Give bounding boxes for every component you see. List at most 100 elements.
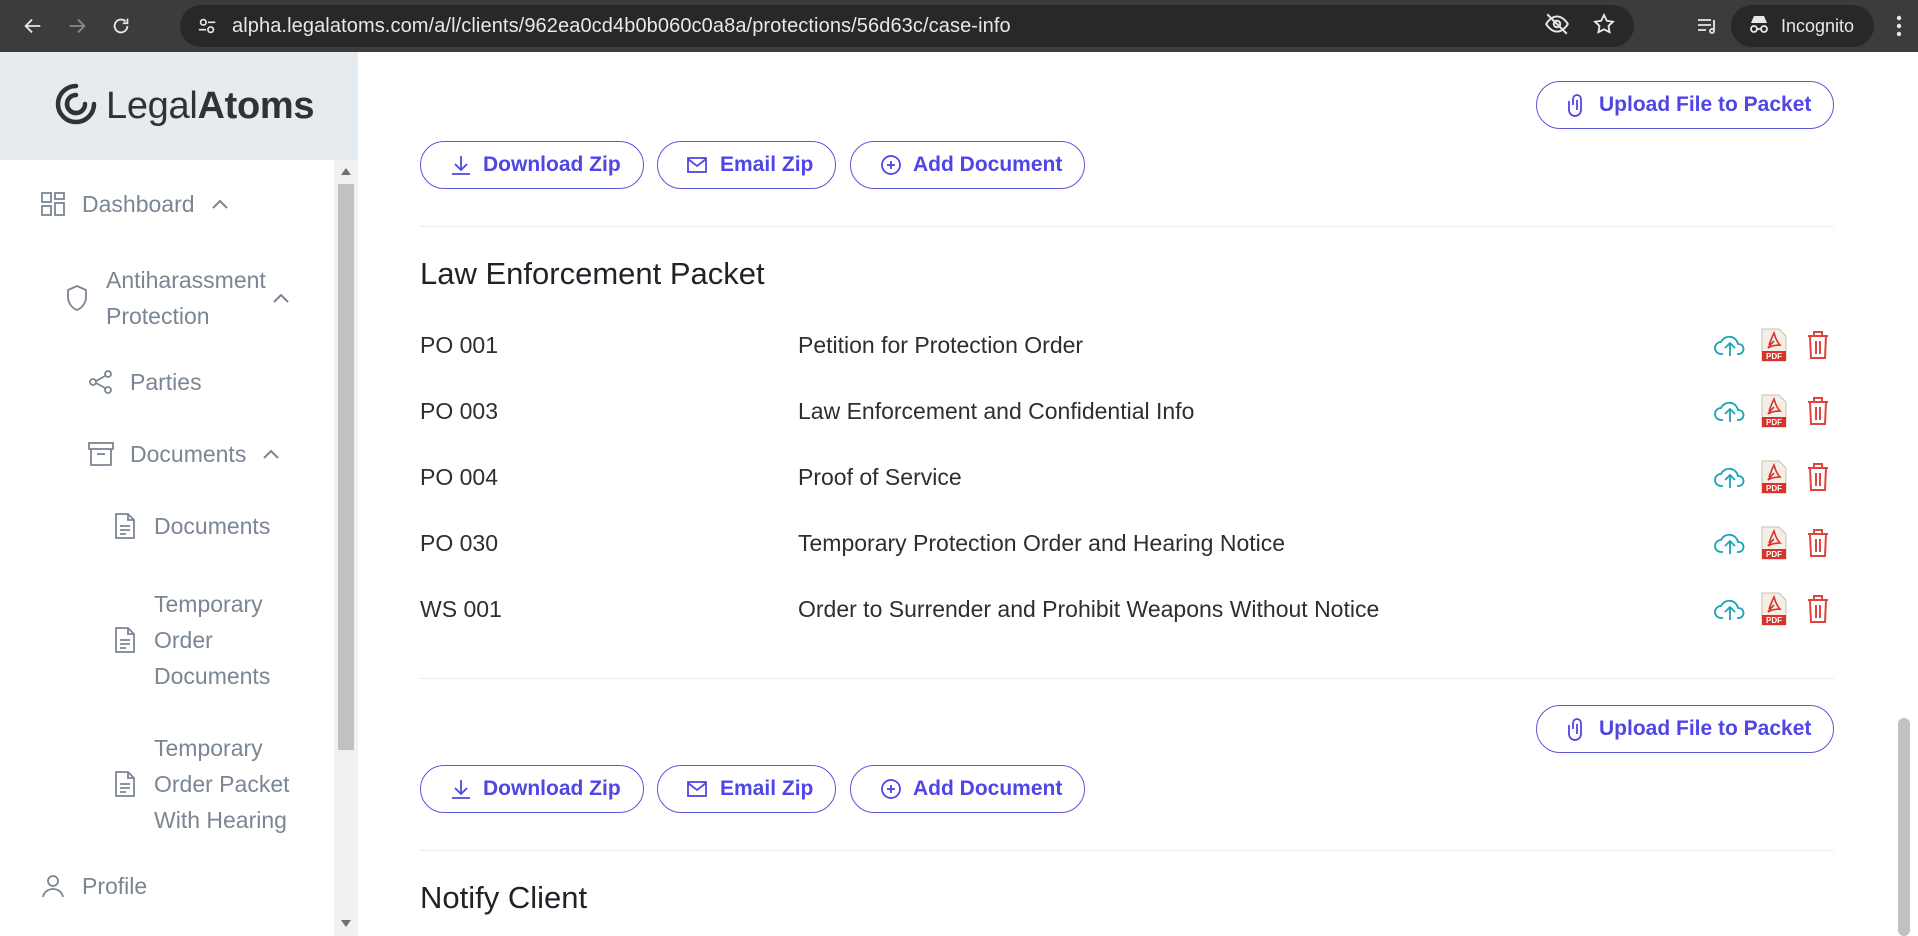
url-text: alpha.legalatoms.com/a/l/clients/962ea0c… (232, 14, 1011, 37)
user-icon (38, 868, 68, 904)
site-settings-icon[interactable] (186, 5, 228, 47)
eye-off-icon[interactable] (1544, 11, 1570, 42)
plus-circle-icon (881, 779, 901, 799)
sidebar-item-profile[interactable]: Profile (38, 868, 147, 904)
sidebar-item-label: Profile (82, 873, 148, 899)
sidebar-item-temporary-order-packet-with-hearing[interactable]: Temporary Order Packet With Hearing (110, 730, 304, 838)
add-document-button[interactable]: Add Document (850, 765, 1086, 813)
paperclip-icon (1568, 718, 1582, 741)
sidebar-item-label: Temporary Order Documents (154, 591, 271, 689)
document-title[interactable]: Order to Surrender and Prohibit Weapons … (798, 589, 1379, 629)
paperclip-icon (1568, 94, 1582, 117)
trash-icon[interactable] (1802, 525, 1834, 561)
trash-icon[interactable] (1802, 459, 1834, 495)
browser-menu-icon[interactable] (1880, 5, 1918, 47)
page-scrollbar[interactable] (1890, 52, 1918, 936)
svg-text:PDF: PDF (1766, 418, 1782, 427)
sidebar-item-antiharassment-protection[interactable]: Antiharassment Protection (62, 262, 290, 334)
reload-icon (113, 18, 129, 34)
plus-circle-icon (881, 155, 901, 175)
pdf-icon[interactable]: PDF (1758, 525, 1790, 561)
document-code: PO 003 (420, 398, 498, 424)
cloud-upload-icon[interactable] (1714, 591, 1746, 627)
sidebar-scrollbar-thumb[interactable] (338, 184, 354, 750)
pdf-icon[interactable]: PDF (1758, 459, 1790, 495)
chevron-up-icon[interactable] (272, 280, 290, 316)
archive-icon (86, 436, 116, 472)
media-icon[interactable] (1695, 14, 1719, 38)
sidebar-item-label: Temporary Order Packet With Hearing (154, 735, 290, 833)
document-title[interactable]: Temporary Protection Order and Hearing N… (798, 523, 1285, 563)
cloud-upload-icon[interactable] (1714, 327, 1746, 363)
button-label: Download Zip (483, 153, 621, 176)
notify-client-title: Notify Client (420, 880, 588, 915)
legalatoms-logo-icon (52, 80, 100, 133)
arrow-right-icon (69, 18, 86, 34)
pdf-icon[interactable]: PDF (1758, 591, 1790, 627)
star-icon[interactable] (1592, 12, 1616, 41)
document-code: PO 030 (420, 530, 498, 556)
mail-icon (687, 781, 707, 797)
incognito-badge[interactable]: Incognito (1730, 5, 1874, 47)
document-code: PO 004 (420, 464, 498, 490)
mail-icon (687, 157, 707, 173)
document-title[interactable]: Law Enforcement and Confidential Info (798, 391, 1194, 431)
file-icon (110, 622, 140, 658)
section-divider (420, 226, 1834, 227)
logo-text-bold: Atoms (197, 84, 315, 127)
sidebar-scrollbar[interactable] (334, 160, 358, 936)
cloud-upload-icon[interactable] (1714, 525, 1746, 561)
add-document-button[interactable]: Add Document (850, 141, 1086, 189)
sidebar-nav: Dashboard Antiharassment Protection Part… (0, 160, 334, 936)
upload-file-to-packet-button[interactable]: Upload File to Packet (1536, 81, 1835, 129)
download-zip-button[interactable]: Download Zip (420, 765, 644, 813)
logo-text-light: Legal (106, 84, 198, 127)
page-scrollbar-thumb[interactable] (1898, 718, 1910, 936)
document-title[interactable]: Petition for Protection Order (798, 325, 1083, 365)
document-row: PO 001 Petition for Protection Order PDF (420, 325, 1834, 365)
scroll-up-arrow-icon[interactable] (341, 168, 351, 175)
sidebar-item-label: Dashboard (82, 191, 195, 217)
address-bar[interactable]: alpha.legalatoms.com/a/l/clients/962ea0c… (180, 5, 1634, 47)
download-zip-button[interactable]: Download Zip (420, 141, 644, 189)
share-icon (86, 364, 116, 400)
button-label: Email Zip (720, 777, 814, 800)
file-icon (110, 766, 140, 802)
section-divider (420, 678, 1834, 679)
sidebar-item-documents[interactable]: Documents (110, 508, 270, 544)
document-row: WS 001 Order to Surrender and Prohibit W… (420, 589, 1834, 629)
trash-icon[interactable] (1802, 327, 1834, 363)
sidebar-item-label: Antiharassment Protection (106, 267, 266, 329)
pdf-icon[interactable]: PDF (1758, 327, 1790, 363)
document-row: PO 030 Temporary Protection Order and He… (420, 523, 1834, 563)
sidebar-item-temporary-order-documents[interactable]: Temporary Order Documents (110, 586, 294, 694)
sidebar-item-label: Documents (154, 513, 271, 539)
shield-icon (62, 280, 92, 316)
reload-button[interactable] (101, 6, 141, 46)
document-title[interactable]: Proof of Service (798, 457, 962, 497)
trash-icon[interactable] (1802, 591, 1834, 627)
arrow-left-icon (24, 18, 41, 34)
chevron-up-icon[interactable] (262, 436, 280, 472)
email-zip-button[interactable]: Email Zip (657, 765, 837, 813)
sidebar: LegalAtoms Dashboard Antiharassment Prot… (0, 52, 358, 936)
pdf-icon[interactable]: PDF (1758, 393, 1790, 429)
upload-file-to-packet-button[interactable]: Upload File to Packet (1536, 705, 1835, 753)
email-zip-button[interactable]: Email Zip (657, 141, 837, 189)
sidebar-item-parties[interactable]: Parties (86, 364, 202, 400)
back-button[interactable] (13, 6, 53, 46)
cloud-upload-icon[interactable] (1714, 459, 1746, 495)
download-icon (452, 156, 470, 175)
trash-icon[interactable] (1802, 393, 1834, 429)
scroll-down-arrow-icon[interactable] (341, 920, 351, 927)
incognito-label: Incognito (1780, 15, 1854, 36)
cloud-upload-icon[interactable] (1714, 393, 1746, 429)
section-divider (420, 850, 1834, 851)
sidebar-item-dashboard[interactable]: Dashboard (38, 186, 229, 222)
logo[interactable]: LegalAtoms (0, 52, 357, 160)
law-enforcement-packet-title: Law Enforcement Packet (420, 256, 765, 291)
sidebar-item-label: Parties (130, 369, 202, 395)
chevron-up-icon[interactable] (211, 186, 229, 222)
forward-button[interactable] (57, 6, 97, 46)
sidebar-item-documents-group[interactable]: Documents (86, 436, 280, 472)
